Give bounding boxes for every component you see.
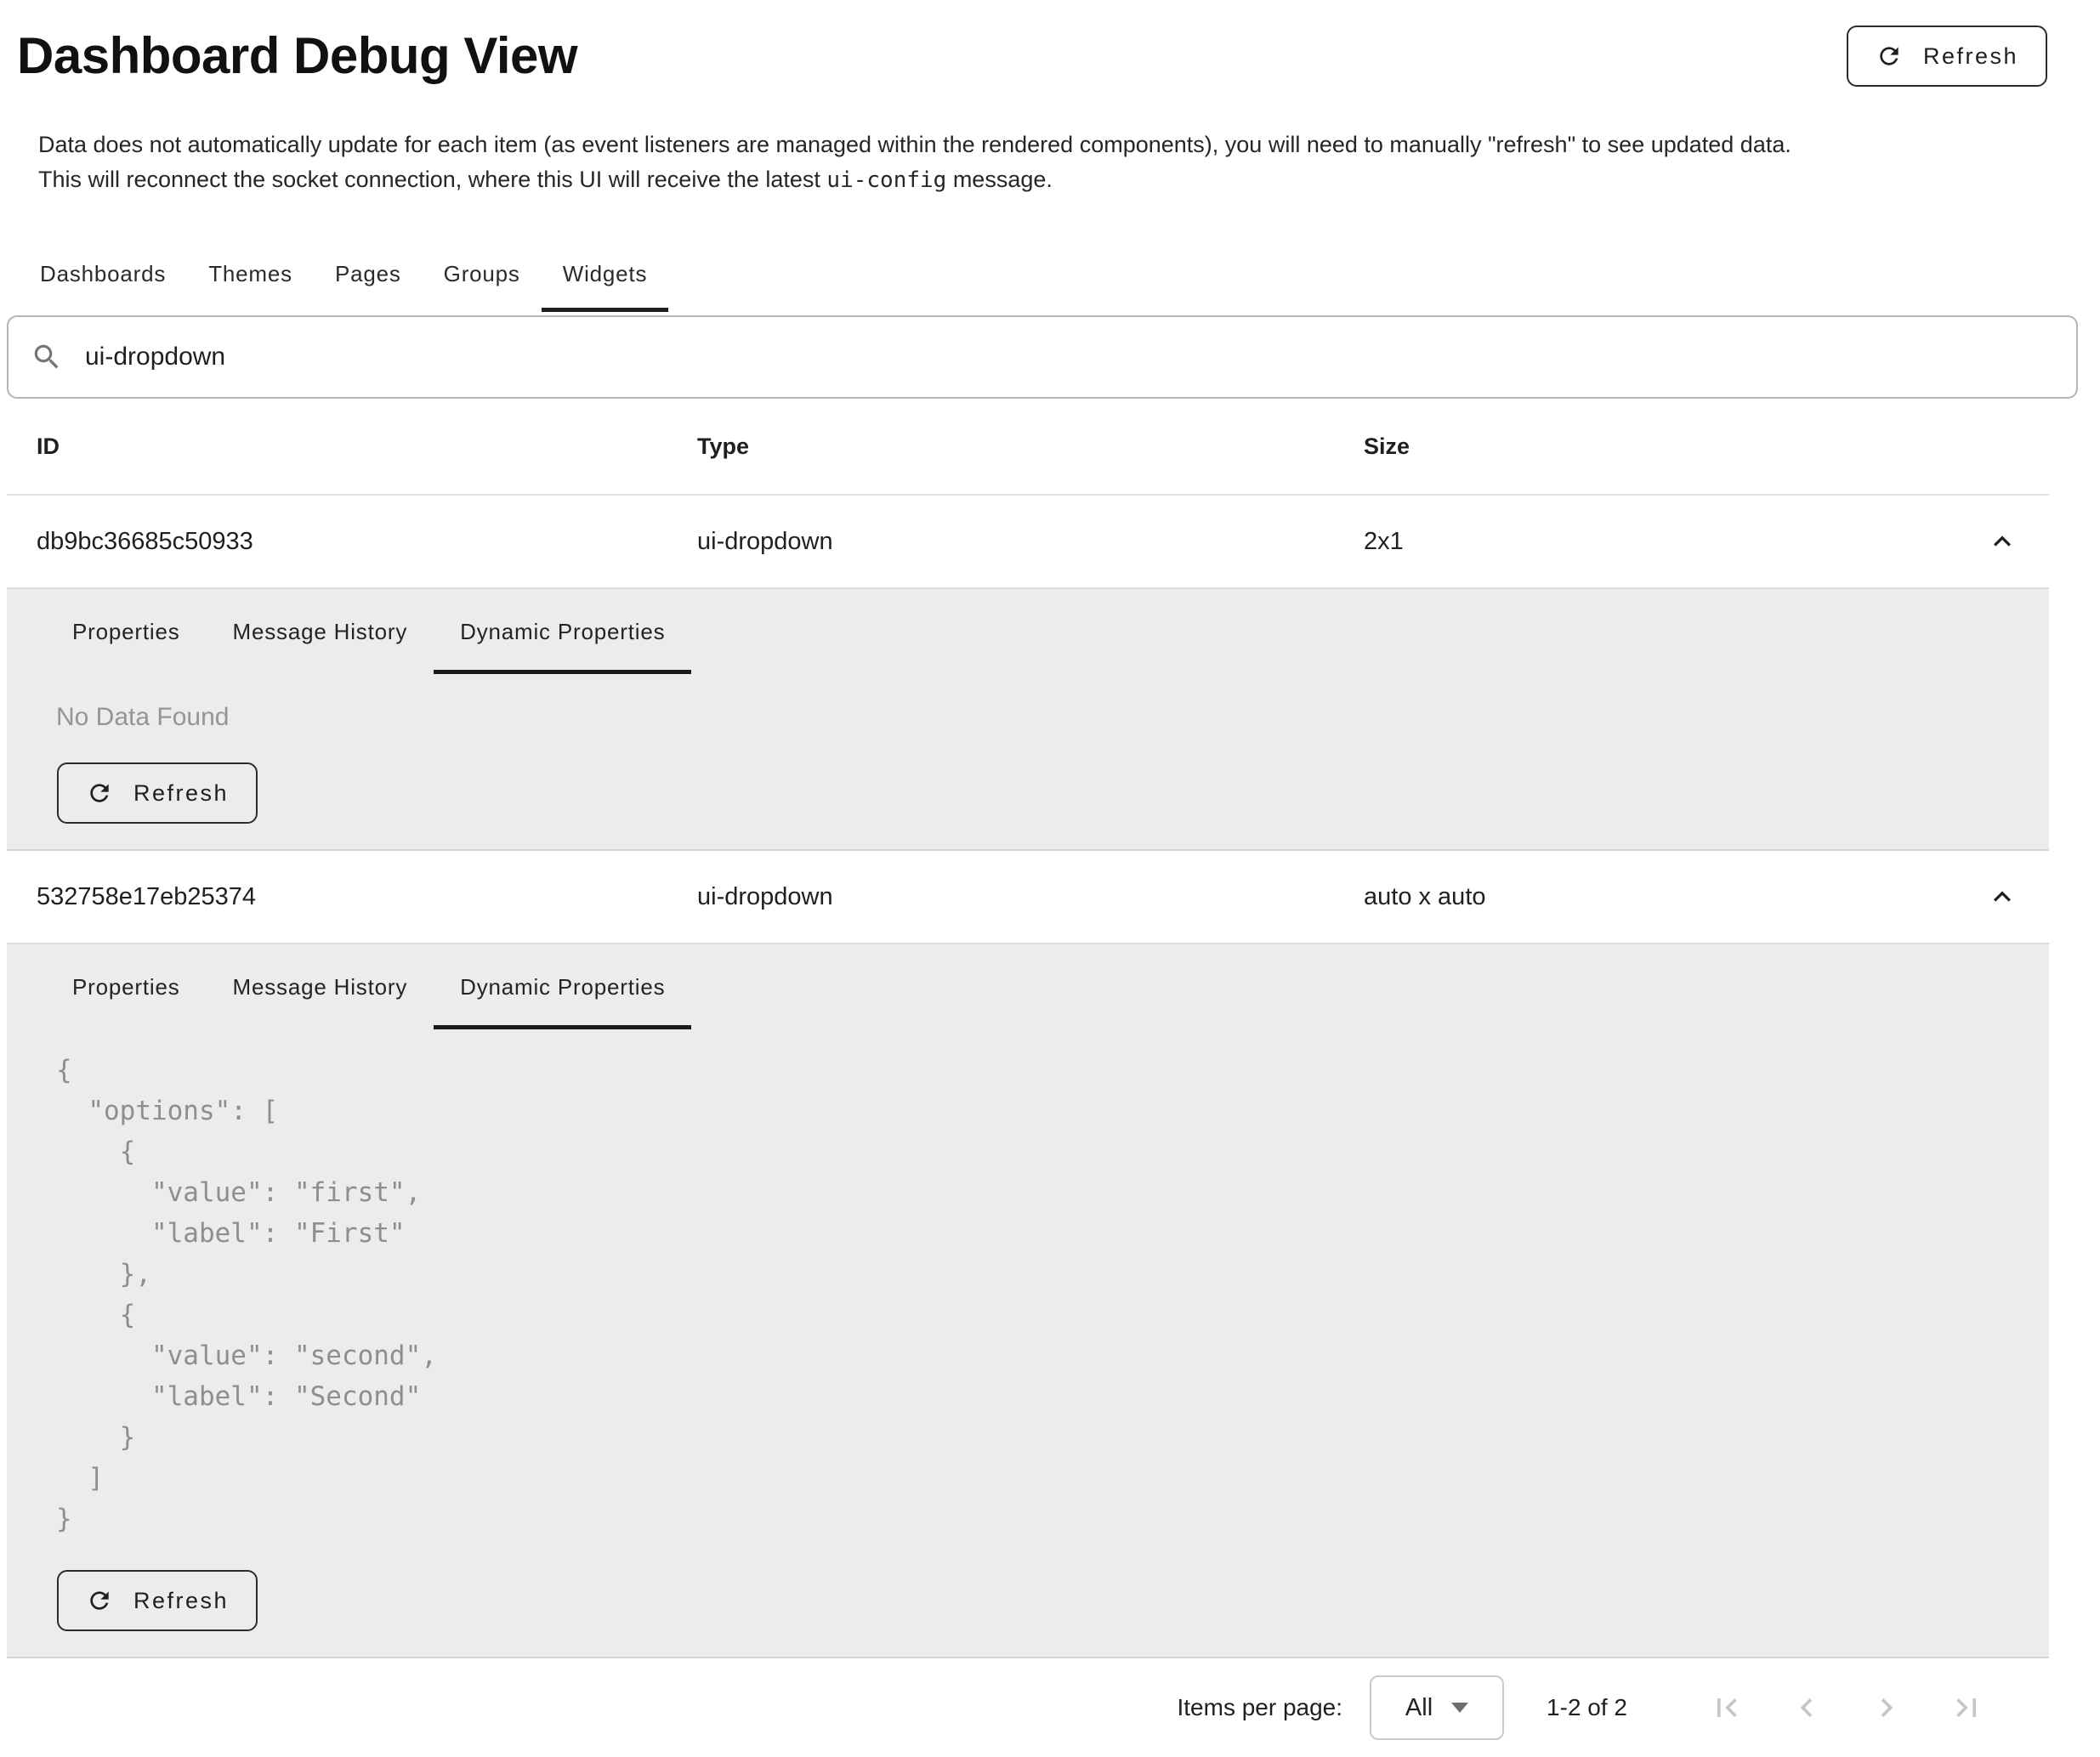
description-line-1: Data does not automatically update for e… [38,128,2047,162]
chevron-up-icon [1985,880,2019,914]
tab-widgets[interactable]: Widgets [542,235,669,312]
tab-groups-label: Groups [444,261,520,287]
refresh-icon [86,1587,113,1614]
next-page-button[interactable] [1866,1687,1907,1728]
chevron-right-icon [1868,1689,1905,1726]
detail-tab-message-history[interactable]: Message History [207,944,434,1029]
last-page-button[interactable] [1946,1687,1987,1728]
detail-tab-dynamic-properties[interactable]: Dynamic Properties [434,589,691,674]
detail-tab-bar: Properties Message History Dynamic Prope… [7,589,2049,674]
detail-tab-message-history-label: Message History [233,974,408,1000]
detail-tab-dynamic-properties[interactable]: Dynamic Properties [434,944,691,1029]
chevron-left-icon [1788,1689,1825,1726]
row-detail-panel: Properties Message History Dynamic Prope… [7,587,2049,851]
detail-tab-properties-label: Properties [72,974,180,1000]
refresh-icon [1876,43,1903,70]
page-range-label: 1-2 of 2 [1547,1694,1627,1721]
description-line-2: This will reconnect the socket connectio… [38,162,2047,198]
cell-actions [1955,518,2049,565]
dynamic-properties-json: { "options": [ { "value": "first", "labe… [56,1050,2049,1539]
search-field [7,315,2078,399]
widgets-table: ID Type Size db9bc36685c50933 ui-dropdow… [7,399,2049,1658]
table-header-row: ID Type Size [7,399,2049,496]
first-page-button[interactable] [1706,1687,1747,1728]
last-page-icon [1948,1689,1985,1726]
main-tab-bar: Dashboards Themes Pages Groups Widgets [19,235,2100,312]
detail-tab-properties[interactable]: Properties [46,944,207,1029]
search-input[interactable] [83,342,2054,372]
cell-id: db9bc36685c50933 [37,528,697,556]
page-header: Dashboard Debug View Refresh [0,0,2100,87]
cell-size: auto x auto [1364,883,1955,911]
table-row: db9bc36685c50933 ui-dropdown 2x1 [7,496,2049,587]
description-line-2-code: ui-config [826,167,946,193]
row-detail-panel: Properties Message History Dynamic Prope… [7,943,2049,1658]
column-header-size: Size [1364,434,1955,460]
items-per-page-label: Items per page: [1177,1694,1342,1721]
tab-themes[interactable]: Themes [187,235,314,312]
tab-dashboards-label: Dashboards [40,261,166,287]
column-header-id: ID [37,434,697,460]
tab-pages-label: Pages [335,261,401,287]
cell-type: ui-dropdown [697,883,1364,911]
page-size-value: All [1405,1694,1433,1722]
cell-actions [1955,873,2049,921]
detail-tab-properties-label: Properties [72,619,180,645]
cell-id: 532758e17eb25374 [37,883,697,911]
detail-tab-message-history-label: Message History [233,619,408,645]
refresh-icon [86,779,113,807]
detail-tab-properties[interactable]: Properties [46,589,207,674]
column-header-type: Type [697,434,1364,460]
tab-groups[interactable]: Groups [423,235,542,312]
collapse-row-button[interactable] [1978,873,2026,921]
description: Data does not automatically update for e… [38,128,2047,198]
detail-tab-message-history[interactable]: Message History [207,589,434,674]
detail-tab-bar: Properties Message History Dynamic Prope… [7,944,2049,1029]
cell-size: 2x1 [1364,528,1955,556]
empty-state-message: No Data Found [56,703,2049,732]
panel-refresh-button-label: Refresh [133,1588,229,1614]
table-row: 532758e17eb25374 ui-dropdown auto x auto [7,851,2049,943]
refresh-button-label: Refresh [1923,43,2018,70]
first-page-icon [1708,1689,1745,1726]
tab-themes-label: Themes [208,261,292,287]
tab-dashboards[interactable]: Dashboards [19,235,187,312]
panel-refresh-button-label: Refresh [133,780,229,807]
refresh-button[interactable]: Refresh [1847,26,2047,87]
chevron-up-icon [1985,524,2019,558]
detail-tab-dynamic-properties-label: Dynamic Properties [460,619,665,645]
panel-refresh-button[interactable]: Refresh [57,1570,258,1631]
description-line-2-suffix: message. [946,167,1053,192]
previous-page-button[interactable] [1786,1687,1827,1728]
tab-pages[interactable]: Pages [314,235,423,312]
page-title: Dashboard Debug View [17,26,577,87]
paginator: Items per page: All 1-2 of 2 [0,1658,2100,1757]
dropdown-arrow-icon [1451,1703,1468,1713]
dashboard-debug-view: Dashboard Debug View Refresh Data does n… [0,0,2100,1754]
page-size-select[interactable]: All [1370,1675,1504,1740]
description-line-2-text: This will reconnect the socket connectio… [38,167,826,192]
panel-refresh-button[interactable]: Refresh [57,762,258,824]
search-icon [31,341,63,373]
detail-tab-dynamic-properties-label: Dynamic Properties [460,974,665,1000]
tab-widgets-label: Widgets [563,261,648,287]
collapse-row-button[interactable] [1978,518,2026,565]
cell-type: ui-dropdown [697,528,1364,556]
